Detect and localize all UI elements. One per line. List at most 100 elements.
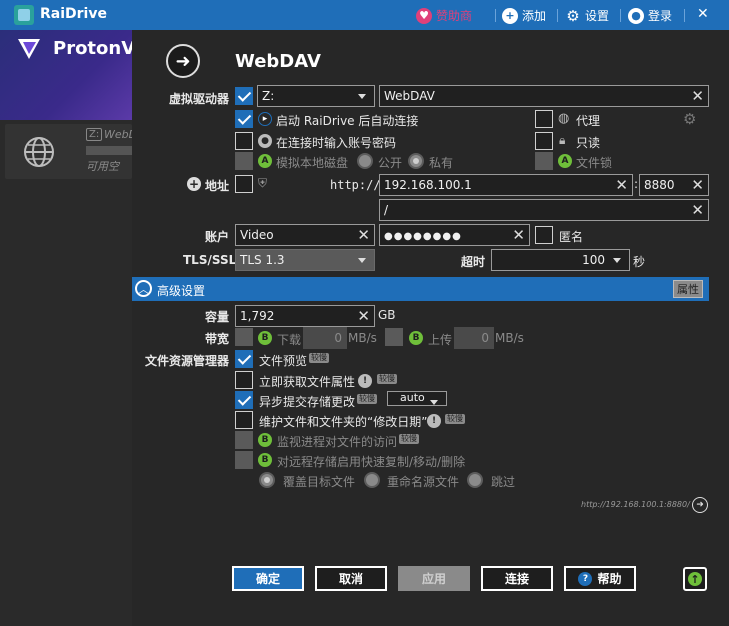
sponsor-button[interactable]: ♥ 赞助商 (416, 7, 472, 24)
apply-button[interactable]: 应用 (398, 566, 470, 591)
drive-letter-value: Z: (262, 89, 275, 103)
divider (557, 9, 558, 22)
maintain-mtime-checkbox[interactable] (235, 411, 253, 429)
host-value: 192.168.100.1 (384, 178, 472, 192)
virtual-drive-checkbox[interactable] (235, 87, 253, 105)
overwrite-radio[interactable] (259, 472, 275, 488)
host-input[interactable]: 192.168.100.1 ✕ (379, 174, 633, 196)
skip-radio[interactable] (467, 472, 483, 488)
clear-icon[interactable]: ✕ (512, 226, 525, 244)
path-input[interactable]: / ✕ (379, 199, 709, 221)
clear-icon[interactable]: ✕ (357, 226, 370, 244)
login-button[interactable]: ● 登录 (628, 7, 672, 24)
rename-source-radio[interactable] (364, 472, 380, 488)
fetch-attributes-label: 立即获取文件属性 (259, 375, 356, 389)
url-preview: http://192.168.100.1:8880/ (581, 500, 690, 509)
virtual-drive-label: 虚拟驱动器 (169, 92, 230, 106)
async-commit-checkbox[interactable] (235, 391, 253, 409)
anonymous-checkbox[interactable] (535, 226, 553, 244)
advanced-settings-label: 高级设置 (157, 284, 206, 298)
advanced-badge-icon: A (258, 154, 272, 168)
drive-name-value: WebDAV (384, 89, 435, 103)
proxy-label: 代理 (576, 114, 601, 128)
add-address-plus-icon[interactable]: + (187, 177, 201, 191)
private-label: 私有 (429, 156, 454, 170)
slow-tag: 较慢 (357, 394, 377, 404)
drive-free-space: 可用空 (86, 160, 119, 173)
upload-value: 0 (481, 331, 489, 345)
file-preview-label: 文件预览 (259, 354, 308, 368)
clear-icon[interactable]: ✕ (357, 307, 370, 325)
add-button[interactable]: + 添加 (502, 7, 546, 24)
address-secure-checkbox[interactable] (235, 175, 253, 193)
async-mode-select[interactable]: auto (387, 391, 447, 406)
proxy-settings-gear-icon[interactable]: ⚙ (683, 110, 696, 128)
info-icon[interactable]: ! (427, 414, 441, 428)
settings-button[interactable]: ⚙ 设置 (565, 7, 610, 25)
upload-input[interactable]: 0 (454, 327, 494, 349)
password-input[interactable]: ●●●●●●●● ✕ (379, 224, 530, 246)
cancel-button[interactable]: 取消 (315, 566, 387, 591)
proxy-checkbox[interactable] (535, 110, 553, 128)
path-value: / (384, 203, 389, 217)
proxy-globe-icon: ◍ (558, 111, 570, 126)
app-title: RaiDrive (40, 6, 107, 22)
private-radio[interactable] (408, 153, 424, 169)
scheme-label: http:// (330, 178, 381, 192)
user-icon: ● (628, 7, 644, 24)
bandwidth-checkbox[interactable] (235, 328, 253, 346)
auto-connect-checkbox[interactable] (235, 110, 253, 128)
explorer-label: 文件资源管理器 (145, 354, 230, 368)
fast-copy-checkbox[interactable] (235, 451, 253, 469)
chevron-up-icon[interactable]: ︿ (135, 280, 152, 297)
tls-select[interactable]: TLS 1.3 (235, 249, 375, 271)
plus-icon: + (502, 7, 518, 24)
beta-badge-icon: B (258, 453, 272, 467)
capacity-input[interactable]: 1,792 ✕ (235, 305, 375, 327)
read-only-checkbox[interactable] (535, 132, 553, 150)
async-mode-value: auto (400, 391, 425, 404)
connect-button[interactable]: 连接 (481, 566, 553, 591)
help-button[interactable]: ? 帮助 (564, 566, 636, 591)
username-value: Video (240, 228, 274, 242)
password-value: ●●●●●●●● (384, 231, 462, 242)
timeout-select[interactable]: 100 (491, 249, 630, 271)
shield-icon: ⛨ (258, 176, 268, 190)
file-preview-checkbox[interactable] (235, 350, 253, 368)
simulate-local-checkbox[interactable] (235, 152, 253, 170)
advanced-settings-bar[interactable] (132, 277, 709, 301)
anonymous-label: 匿名 (559, 230, 584, 244)
clear-icon[interactable]: ✕ (615, 176, 628, 194)
scrollbar[interactable] (709, 277, 729, 626)
auto-connect-label: 启动 RaiDrive 后自动连接 (276, 114, 419, 128)
webdav-arrow-icon: ➜ (166, 44, 200, 78)
async-commit-label: 异步提交存储更改 (259, 395, 356, 409)
lock-icon: 🔒︎ (559, 133, 566, 147)
webdav-dialog (132, 30, 729, 626)
globe-icon (24, 137, 54, 167)
settings-label: 设置 (585, 9, 610, 23)
divider (620, 9, 621, 22)
info-icon[interactable]: ! (358, 374, 372, 388)
drive-name-input[interactable]: WebDAV ✕ (379, 85, 709, 107)
fetch-attributes-checkbox[interactable] (235, 371, 253, 389)
clear-icon[interactable]: ✕ (691, 201, 704, 219)
upload-label: 上传 (428, 333, 453, 347)
upload-checkbox[interactable] (385, 328, 403, 346)
username-input[interactable]: Video ✕ (235, 224, 375, 246)
port-input[interactable]: 8880 ✕ (639, 174, 709, 196)
clear-icon[interactable]: ✕ (691, 176, 704, 194)
download-input[interactable]: 0 (303, 327, 347, 349)
beta-badge-icon: B (409, 331, 423, 345)
monitor-access-checkbox[interactable] (235, 431, 253, 449)
ask-credentials-checkbox[interactable] (235, 132, 253, 150)
file-lock-checkbox[interactable] (535, 152, 553, 170)
public-radio[interactable] (357, 153, 373, 169)
close-window-button[interactable]: ✕ (697, 6, 709, 22)
open-url-arrow-icon[interactable]: ➜ (692, 497, 708, 513)
clear-icon[interactable]: ✕ (691, 87, 704, 105)
drive-letter-select[interactable]: Z: (257, 85, 375, 107)
ok-button[interactable]: 确定 (232, 566, 304, 591)
properties-button[interactable]: 属性 (673, 280, 703, 298)
slow-tag: 较慢 (309, 353, 329, 363)
